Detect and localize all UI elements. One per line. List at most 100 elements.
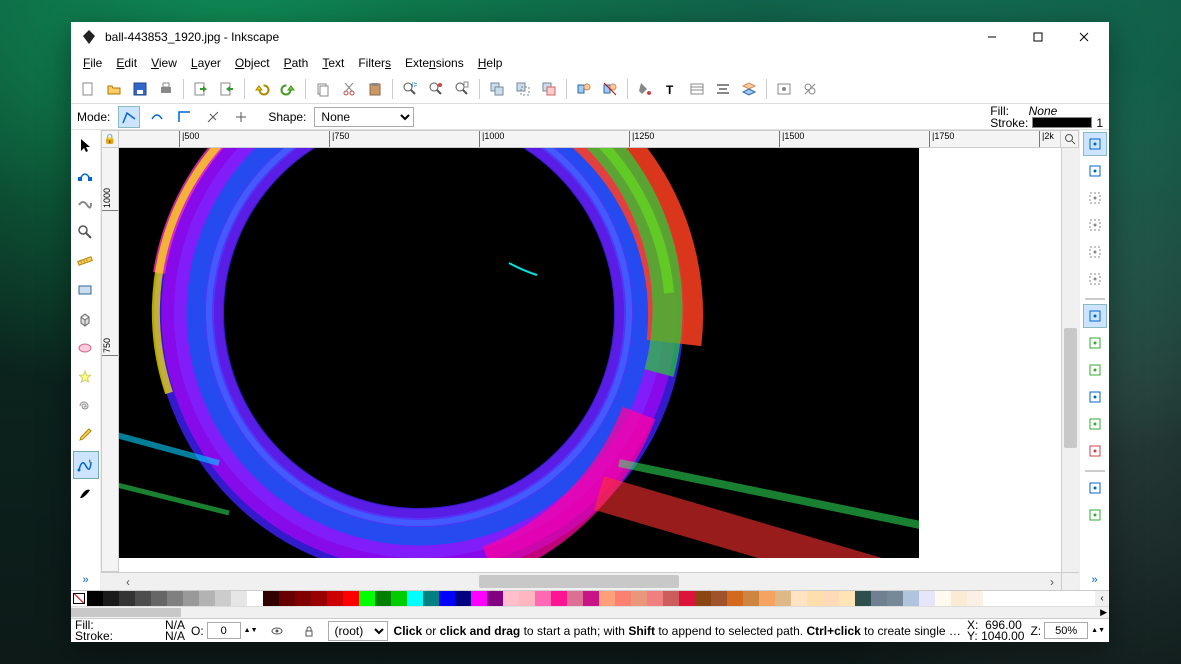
menu-text[interactable]: Text xyxy=(316,54,350,72)
new-icon[interactable] xyxy=(76,77,100,101)
palette-menu-icon[interactable]: ‹ xyxy=(1095,591,1109,606)
measure-tool[interactable] xyxy=(73,248,99,276)
snap-path-icon[interactable] xyxy=(1083,331,1107,355)
palette-swatch[interactable] xyxy=(391,591,407,606)
menu-file[interactable]: File xyxy=(77,54,108,72)
palette-swatch[interactable] xyxy=(359,591,375,606)
palette-swatch[interactable] xyxy=(823,591,839,606)
selector-tool[interactable] xyxy=(73,132,99,160)
layer-select[interactable]: (root) xyxy=(328,621,388,641)
palette-swatch[interactable] xyxy=(615,591,631,606)
palette-swatch[interactable] xyxy=(135,591,151,606)
zoom-field[interactable]: Z:▲▼ xyxy=(1030,622,1105,639)
palette-swatch[interactable] xyxy=(711,591,727,606)
snapbar-overflow-icon[interactable]: » xyxy=(1091,574,1097,586)
snap-node-icon[interactable] xyxy=(1083,304,1107,328)
preferences-icon[interactable] xyxy=(772,77,796,101)
ruler-vertical[interactable]: 1000750 xyxy=(101,148,119,572)
palette-swatch[interactable] xyxy=(951,591,967,606)
palette-swatch[interactable] xyxy=(743,591,759,606)
vertical-scrollbar[interactable] xyxy=(1061,148,1079,572)
fill-stroke-indicator[interactable]: Fill:None Stroke:1 xyxy=(990,105,1103,129)
undo-icon[interactable] xyxy=(250,77,274,101)
palette-swatch[interactable] xyxy=(647,591,663,606)
menu-layer[interactable]: Layer xyxy=(185,54,227,72)
palette-swatch[interactable] xyxy=(151,591,167,606)
menu-filters[interactable]: Filters xyxy=(352,54,397,72)
palette-swatch[interactable] xyxy=(519,591,535,606)
palette-swatch[interactable] xyxy=(919,591,935,606)
minimize-button[interactable] xyxy=(969,22,1015,52)
menu-help[interactable]: Help xyxy=(472,54,509,72)
opacity-field[interactable]: O:▲▼ xyxy=(191,622,258,639)
palette-swatch[interactable] xyxy=(583,591,599,606)
palette-swatch[interactable] xyxy=(775,591,791,606)
palette-swatch[interactable] xyxy=(103,591,119,606)
palette-swatch[interactable] xyxy=(631,591,647,606)
palette-swatch[interactable] xyxy=(471,591,487,606)
menu-edit[interactable]: Edit xyxy=(110,54,143,72)
star-tool[interactable] xyxy=(73,364,99,392)
pencil-tool[interactable] xyxy=(73,422,99,450)
maximize-button[interactable] xyxy=(1015,22,1061,52)
zoom-drawing-icon[interactable] xyxy=(424,77,448,101)
snap-bbox-midpoint-icon[interactable] xyxy=(1083,240,1107,264)
ruler-horizontal[interactable]: |500|750|1000|1250|1500|1750|2k xyxy=(119,130,1061,148)
menu-object[interactable]: Object xyxy=(229,54,276,72)
mode-spiro[interactable] xyxy=(146,106,168,128)
snap-rotation-center-icon[interactable] xyxy=(1083,503,1107,527)
palette-swatch[interactable] xyxy=(279,591,295,606)
palette-swatch[interactable] xyxy=(855,591,871,606)
open-icon[interactable] xyxy=(102,77,126,101)
snap-bbox-icon[interactable] xyxy=(1083,159,1107,183)
palette-swatch[interactable] xyxy=(167,591,183,606)
menu-path[interactable]: Path xyxy=(278,54,315,72)
mode-straight[interactable] xyxy=(230,106,252,128)
snap-bbox-corner-icon[interactable] xyxy=(1083,213,1107,237)
snap-enable-icon[interactable] xyxy=(1083,132,1107,156)
titlebar[interactable]: ball-443853_1920.jpg - Inkscape xyxy=(71,22,1109,52)
palette-swatch[interactable] xyxy=(439,591,455,606)
snap-intersection-icon[interactable] xyxy=(1083,358,1107,382)
zoom-selection-icon[interactable] xyxy=(398,77,422,101)
zoom-page-icon[interactable] xyxy=(450,77,474,101)
ellipse-tool[interactable] xyxy=(73,335,99,363)
palette-swatch[interactable] xyxy=(327,591,343,606)
ruler-lock-icon[interactable]: 🔒 xyxy=(101,130,119,148)
snap-object-center-icon[interactable] xyxy=(1083,476,1107,500)
cut-icon[interactable] xyxy=(337,77,361,101)
menu-extensions[interactable]: Extensions xyxy=(399,54,470,72)
palette-swatch[interactable] xyxy=(807,591,823,606)
snap-smooth-icon[interactable] xyxy=(1083,412,1107,436)
zoom-tool[interactable] xyxy=(73,219,99,247)
palette-none-swatch[interactable] xyxy=(71,591,87,606)
palette-swatch[interactable] xyxy=(727,591,743,606)
unlink-clone-icon[interactable] xyxy=(537,77,561,101)
shape-select[interactable]: None xyxy=(314,107,414,127)
layer-visibility-icon[interactable] xyxy=(265,619,289,643)
palette-swatch[interactable] xyxy=(375,591,391,606)
print-icon[interactable] xyxy=(154,77,178,101)
snap-bbox-center-icon[interactable] xyxy=(1083,267,1107,291)
snap-bbox-edge-icon[interactable] xyxy=(1083,186,1107,210)
palette-swatch[interactable] xyxy=(119,591,135,606)
snap-cusp-icon[interactable] xyxy=(1083,385,1107,409)
palette-swatch[interactable] xyxy=(567,591,583,606)
palette-swatch[interactable] xyxy=(839,591,855,606)
palette-swatch[interactable] xyxy=(295,591,311,606)
redo-icon[interactable] xyxy=(276,77,300,101)
palette-swatch[interactable] xyxy=(199,591,215,606)
palette-swatch[interactable] xyxy=(967,591,983,606)
palette-swatch[interactable] xyxy=(87,591,103,606)
import-icon[interactable] xyxy=(189,77,213,101)
duplicate-icon[interactable] xyxy=(485,77,509,101)
palette-swatch[interactable] xyxy=(935,591,951,606)
palette-swatch[interactable] xyxy=(423,591,439,606)
3dbox-tool[interactable] xyxy=(73,306,99,334)
palette-swatch[interactable] xyxy=(663,591,679,606)
zoom-menu-icon[interactable] xyxy=(1061,130,1079,148)
canvas-viewport[interactable] xyxy=(119,148,1061,572)
palette-scrollbar[interactable]: ▶ xyxy=(71,606,1109,618)
horizontal-scrollbar[interactable]: ‹ › xyxy=(119,572,1061,590)
palette-swatch[interactable] xyxy=(231,591,247,606)
